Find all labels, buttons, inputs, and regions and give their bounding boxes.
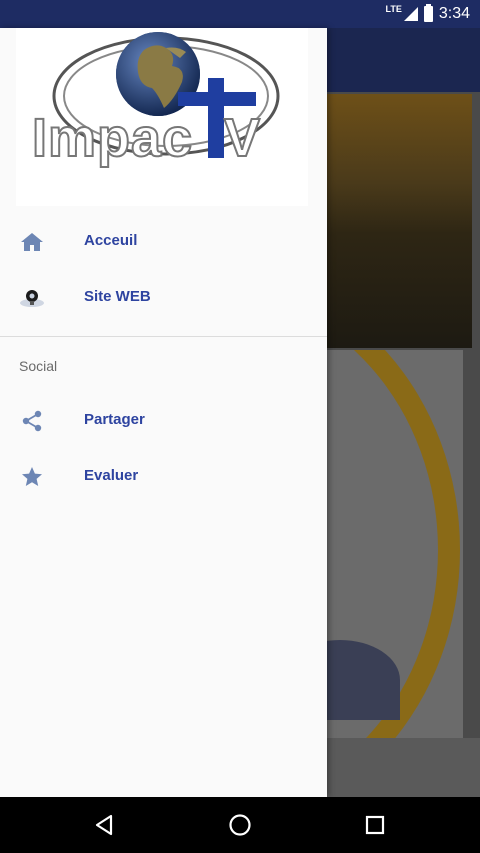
share-icon: [18, 409, 46, 433]
drawer-divider: [0, 336, 327, 337]
content-card: [320, 350, 463, 738]
signal-icon: [403, 7, 418, 21]
drawer-item-label: Site WEB: [84, 288, 151, 305]
network-type: LTE: [385, 4, 402, 14]
svg-text:V: V: [224, 108, 260, 168]
recents-icon: [365, 815, 385, 835]
impactv-logo: Impac V: [31, 32, 280, 169]
status-icons: LTE 3:34: [386, 4, 470, 24]
back-icon: [95, 814, 113, 836]
drawer-item-site-web[interactable]: Site WEB: [0, 274, 327, 322]
drawer-item-label: Evaluer: [84, 467, 139, 484]
svg-text:Impac: Impac: [32, 108, 193, 168]
bottom-area: [320, 738, 480, 797]
star-icon: [18, 465, 46, 489]
drawer-item-label: Acceuil: [84, 232, 138, 249]
battery-icon: [423, 4, 433, 22]
drawer-item-acceuil[interactable]: Acceuil: [0, 218, 327, 266]
drawer-item-evaluer[interactable]: Evaluer: [0, 453, 327, 501]
webcam-icon: [18, 286, 46, 310]
navigation-drawer: Impac V Acceuil Site WEB Social Partager…: [0, 28, 327, 797]
drawer-item-label: Partager: [84, 411, 145, 428]
clock: 3:34: [438, 5, 470, 22]
banner-image: [320, 94, 472, 348]
home-icon: [18, 230, 46, 254]
status-bar: LTE 3:34: [0, 0, 480, 28]
home-circle-icon: [229, 814, 251, 836]
back-button[interactable]: [90, 811, 118, 839]
home-button[interactable]: [226, 811, 254, 839]
system-navigation-bar: [0, 797, 480, 853]
drawer-header: Impac V: [16, 28, 308, 206]
drawer-item-partager[interactable]: Partager: [0, 397, 327, 445]
recents-button[interactable]: [361, 811, 389, 839]
section-title-social: Social: [19, 358, 58, 374]
